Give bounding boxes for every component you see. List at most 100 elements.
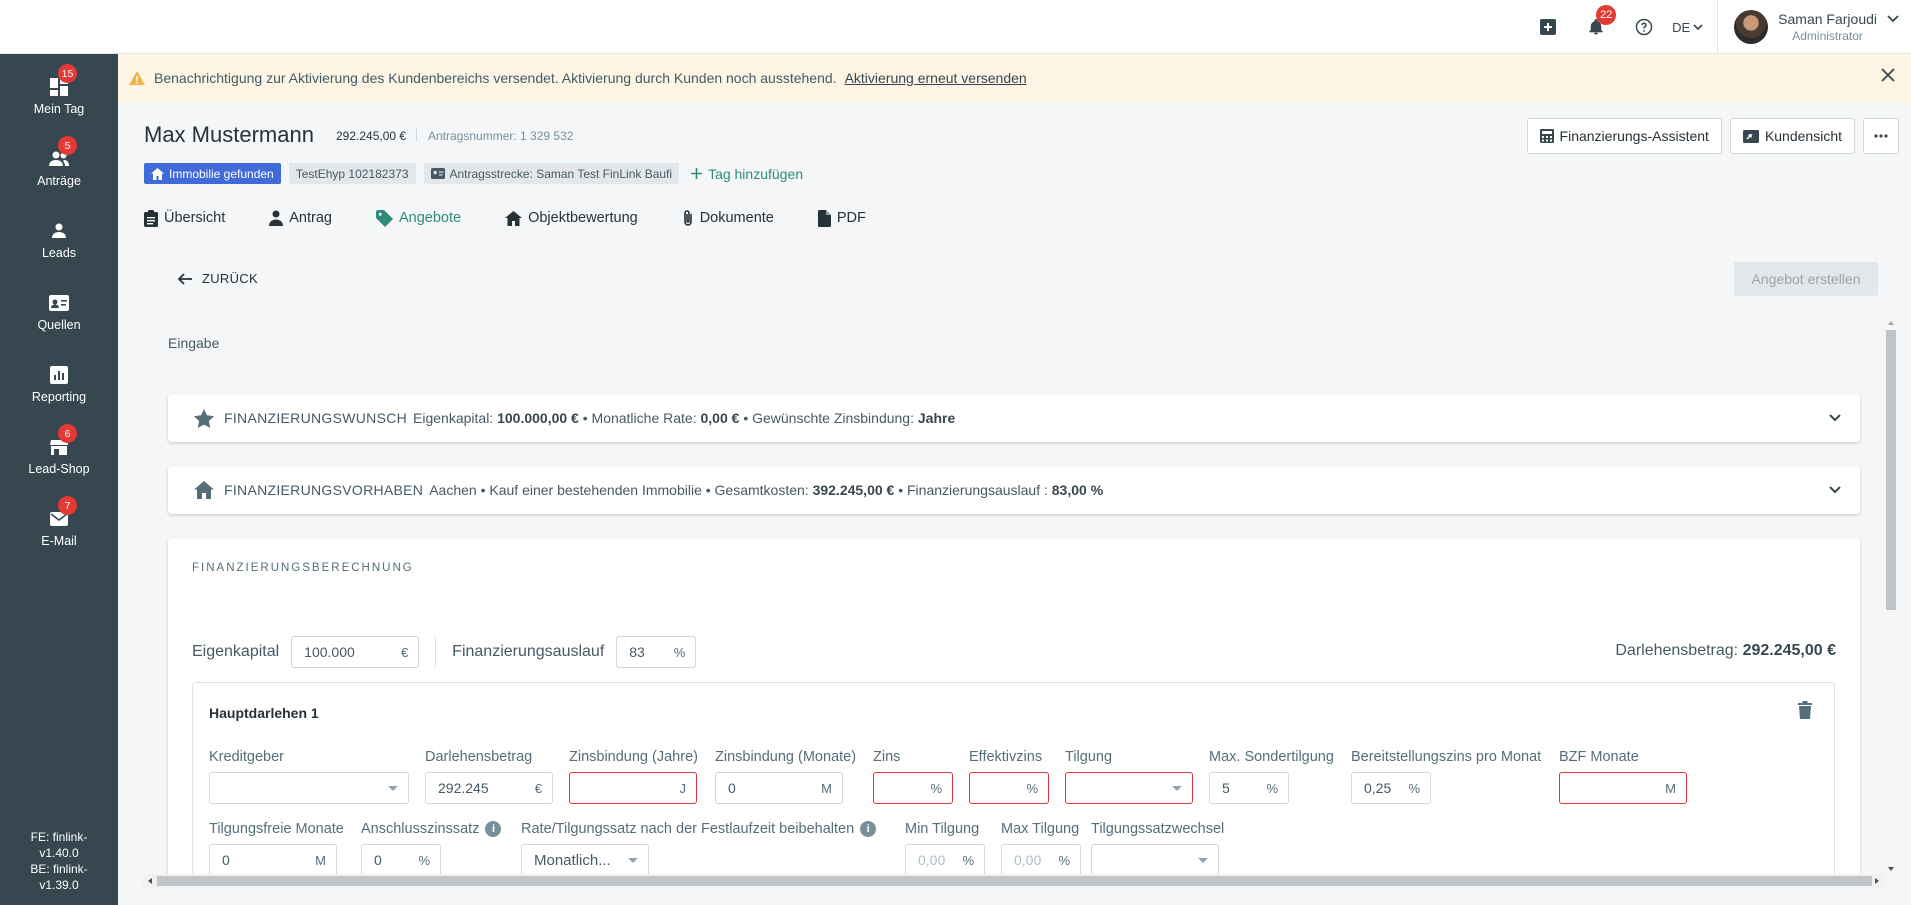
resend-activation-link[interactable]: Aktivierung erneut versenden xyxy=(845,70,1027,86)
min-repayment-input[interactable]: 0,00 % xyxy=(905,844,985,876)
financing-assistant-button[interactable]: Finanzierungs-Assistent xyxy=(1526,118,1722,154)
sidebar-item-lead-shop[interactable]: 6 Lead-Shop xyxy=(0,424,118,486)
equity-label: Eigenkapital xyxy=(192,643,280,660)
scrollbar-thumb[interactable] xyxy=(157,876,1872,886)
sidebar-item-label: Anträge xyxy=(37,174,81,188)
effective-interest-input[interactable]: % xyxy=(969,772,1049,804)
total-cost-value: 392.245,00 € xyxy=(812,482,895,498)
sidebar-item-mein-tag[interactable]: 15 Mein Tag xyxy=(0,64,118,126)
id-card-icon xyxy=(49,295,69,311)
help-icon[interactable] xyxy=(1620,0,1668,54)
add-icon[interactable] xyxy=(1524,0,1572,54)
sidebar-item-label: E-Mail xyxy=(41,534,77,548)
loan-amount-input[interactable]: 292.245 € xyxy=(425,772,553,804)
field-label: Rate/Tilgungssatz nach der Festlaufzeit … xyxy=(521,821,855,837)
scroll-left-icon[interactable] xyxy=(145,874,155,888)
field-label: Zinsbindung (Jahre) xyxy=(569,749,698,765)
ltv-label: • Finanzierungsauslauf : xyxy=(898,482,1048,498)
field-bzf-monate: BZF Monate M xyxy=(1559,749,1687,804)
tab-bar: Übersicht Antrag Angebote Objektbewertun… xyxy=(144,209,910,227)
fixed-rate-years-input[interactable]: J xyxy=(569,772,697,804)
notification-bell-button[interactable]: 22 xyxy=(1572,0,1620,54)
lender-select[interactable] xyxy=(209,772,409,804)
percent-unit: % xyxy=(673,644,686,660)
user-menu[interactable]: Saman Farjoudi Administrator xyxy=(1718,10,1899,44)
trash-icon[interactable] xyxy=(1798,701,1812,719)
notification-banner: Benachrichtigung zur Aktivierung des Kun… xyxy=(118,54,1911,102)
sidebar-item-quellen[interactable]: Quellen xyxy=(0,282,118,342)
panel-title: FINANZIERUNGSVORHABEN xyxy=(224,482,424,498)
close-icon[interactable] xyxy=(1881,68,1895,82)
horizontal-scrollbar[interactable] xyxy=(143,874,1884,888)
fixed-rate-months-input[interactable]: 0 M xyxy=(715,772,843,804)
commitment-interest-input[interactable]: 0,25 % xyxy=(1351,772,1431,804)
create-offer-button[interactable]: Angebot erstellen xyxy=(1734,262,1878,296)
sidebar-item-antraege[interactable]: 5 Anträge xyxy=(0,136,118,198)
fixed-rate-label: • Gewünschte Zinsbindung: xyxy=(743,410,914,426)
financing-project-panel[interactable]: FINANZIERUNGSVORHABEN Aachen • Kauf eine… xyxy=(168,466,1860,514)
sidebar-item-leads[interactable]: Leads xyxy=(0,210,118,270)
ltv-input[interactable]: 83 % xyxy=(616,636,697,668)
warning-icon xyxy=(129,71,145,85)
equity-input[interactable]: 100.000 € xyxy=(291,636,420,668)
ltv-value: 83,00 % xyxy=(1051,482,1104,498)
field-rate-beibehalten: Rate/Tilgungssatz nach der Festlaufzeit … xyxy=(521,821,877,876)
repayment-free-months-input[interactable]: 0 M xyxy=(209,844,337,876)
tag-immobilie-gefunden[interactable]: Immobilie gefunden xyxy=(144,163,281,184)
add-tag-button[interactable]: Tag hinzufügen xyxy=(691,166,803,182)
percent-unit: % xyxy=(418,852,430,868)
tab-objektbewertung[interactable]: Objektbewertung xyxy=(505,209,638,227)
tag-testehyp[interactable]: TestEhyp 102182373 xyxy=(288,163,416,184)
chart-icon xyxy=(50,366,68,384)
more-actions-button[interactable] xyxy=(1863,118,1899,154)
bzf-months-input[interactable]: M xyxy=(1559,772,1687,804)
customer-view-label: Kundensicht xyxy=(1764,128,1842,144)
financing-assistant-label: Finanzierungs-Assistent xyxy=(1559,128,1709,144)
caret-down-icon xyxy=(628,857,638,863)
interest-input[interactable]: % xyxy=(873,772,953,804)
scrollbar-thumb[interactable] xyxy=(1886,330,1896,610)
main-loan-title: Hauptdarlehen 1 xyxy=(209,705,319,721)
tab-antrag[interactable]: Antrag xyxy=(269,209,332,227)
financing-wish-panel[interactable]: FINANZIERUNGSWUNSCH Eigenkapital: 100.00… xyxy=(168,394,1860,442)
info-icon[interactable]: i xyxy=(485,821,502,837)
back-button[interactable]: ZURÜCK xyxy=(178,271,258,286)
field-zins: Zins % xyxy=(873,749,953,804)
customer-view-button[interactable]: Kundensicht xyxy=(1729,118,1855,154)
field-label-row: Rate/Tilgungssatz nach der Festlaufzeit … xyxy=(521,821,877,837)
info-icon[interactable]: i xyxy=(860,821,877,837)
tag-label: Immobilie gefunden xyxy=(169,166,274,181)
tag-antragsstrecke[interactable]: Antragsstrecke: Saman Test FinLink Baufi xyxy=(423,163,680,184)
field-label: Min Tilgung xyxy=(905,821,980,837)
tab-dokumente[interactable]: Dokumente xyxy=(682,209,774,227)
percent-unit: % xyxy=(1266,780,1278,796)
vertical-scrollbar[interactable] xyxy=(1884,318,1898,874)
repayment-select[interactable] xyxy=(1065,772,1193,804)
keep-rate-select[interactable]: Monatlich... xyxy=(521,844,649,876)
max-repayment-input[interactable]: 0,00 % xyxy=(1001,844,1081,876)
scroll-down-icon[interactable] xyxy=(1884,864,1898,874)
equity-label: Eigenkapital: xyxy=(413,410,494,426)
input-value: 0 xyxy=(728,780,736,796)
repayment-change-select[interactable] xyxy=(1091,844,1219,876)
version-fe-line1: FE: finlink- xyxy=(30,830,88,844)
field-label: Bereitstellungszins pro Monat xyxy=(1351,749,1542,765)
max-special-repayment-input[interactable]: 5 % xyxy=(1209,772,1289,804)
financing-calculation-panel: FINANZIERUNGSBERECHNUNG Eigenkapital 100… xyxy=(168,538,1860,905)
input-value: 100.000 xyxy=(304,644,355,660)
follow-up-rate-input[interactable]: 0 % xyxy=(361,844,441,876)
language-label: DE xyxy=(1672,19,1691,35)
scroll-right-icon[interactable] xyxy=(1872,874,1882,888)
sidebar-item-reporting[interactable]: Reporting xyxy=(0,354,118,414)
input-placeholder: 0,00 xyxy=(1014,852,1042,868)
tab-pdf[interactable]: PDF xyxy=(817,209,866,227)
input-value: 0 xyxy=(374,852,382,868)
sidebar-item-email[interactable]: 7 E-Mail xyxy=(0,496,118,558)
language-selector[interactable]: DE xyxy=(1668,0,1719,54)
scroll-up-icon[interactable] xyxy=(1884,318,1898,328)
tab-angebote[interactable]: Angebote xyxy=(375,209,461,227)
version-info: FE: finlink- v1.40.0 BE: finlink- v1.39.… xyxy=(0,829,118,893)
panel-title: FINANZIERUNGSBERECHNUNG xyxy=(192,562,414,574)
sidebar-item-label: Mein Tag xyxy=(33,102,85,116)
tab-uebersicht[interactable]: Übersicht xyxy=(144,209,225,227)
